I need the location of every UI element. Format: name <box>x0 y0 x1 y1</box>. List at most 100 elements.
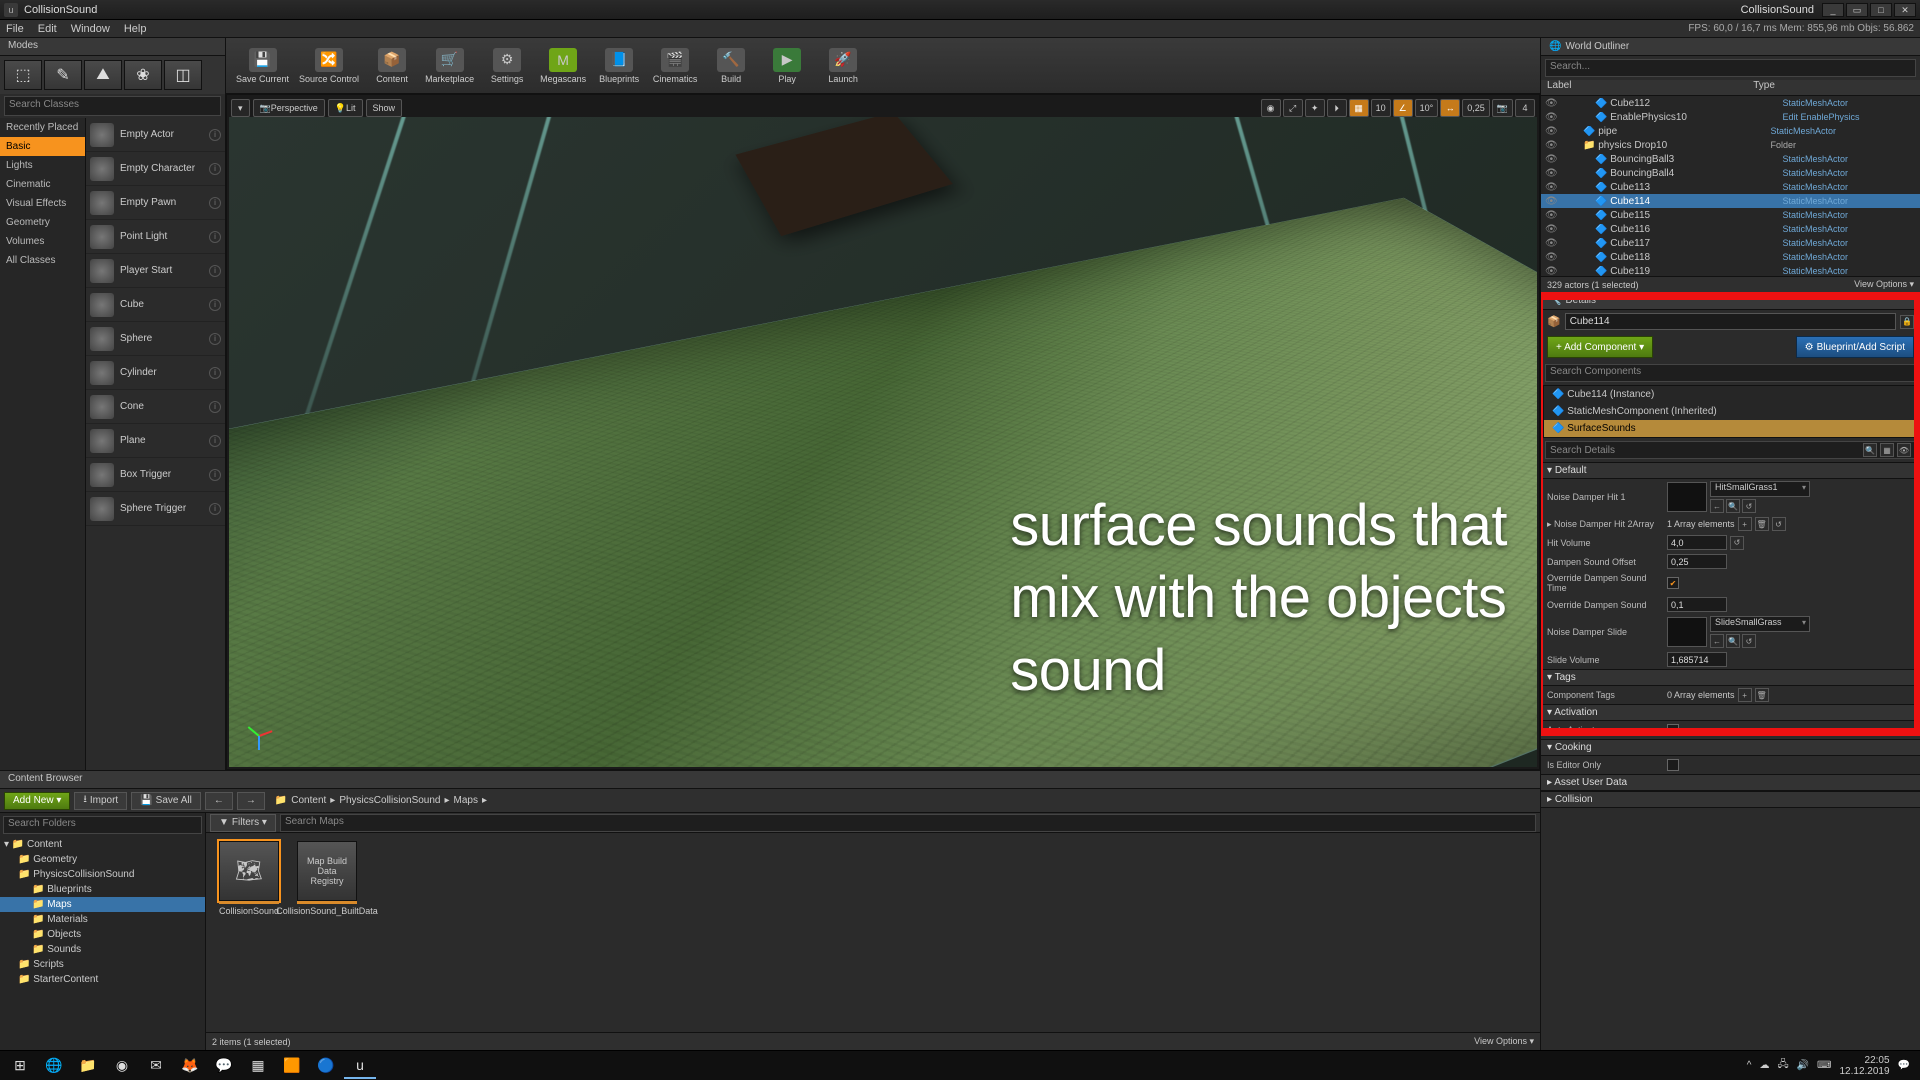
folder-materials[interactable]: 📁 Materials <box>0 912 205 927</box>
tray-lang-icon[interactable]: ⌨ <box>1817 1060 1831 1071</box>
breadcrumb-content[interactable]: Content <box>291 795 326 806</box>
outliner-row-cube116[interactable]: 👁🔷 Cube116StaticMeshActor <box>1541 222 1920 236</box>
blueprint-add-script-button[interactable]: ⚙ Blueprint/Add Script <box>1796 336 1914 358</box>
viewport-scene[interactable]: surface sounds that mix with the objects… <box>229 117 1537 767</box>
taskbar-discord-icon[interactable]: 💬 <box>208 1053 240 1079</box>
override-time-checkbox[interactable]: ✔ <box>1667 577 1679 589</box>
section-default[interactable]: ▾ Default <box>1541 462 1920 479</box>
viewport-immersive-icon[interactable]: ⤢ <box>1283 99 1303 117</box>
folder-sounds[interactable]: 📁 Sounds <box>0 942 205 957</box>
menu-file[interactable]: File <box>6 23 24 35</box>
place-actor-sphere-trigger[interactable]: Sphere Triggeri <box>86 492 225 526</box>
toolbar-content-button[interactable]: 📦Content <box>365 42 419 90</box>
taskbar-unreal-icon[interactable]: u <box>344 1053 376 1079</box>
history-back-button[interactable]: ← <box>205 792 233 810</box>
details-eye-icon[interactable]: 👁 <box>1897 443 1911 457</box>
place-actor-empty-character[interactable]: Empty Characteri <box>86 152 225 186</box>
slide-browse-icon[interactable]: 🔍 <box>1726 634 1740 648</box>
outliner-row-enablephysics10[interactable]: 👁🔷 EnablePhysics10Edit EnablePhysics <box>1541 110 1920 124</box>
info-icon[interactable]: i <box>209 401 221 413</box>
array-clear-icon[interactable]: 🗑 <box>1755 517 1769 531</box>
tray-notifications-icon[interactable]: 💬 <box>1898 1060 1910 1071</box>
viewport-game-view-icon[interactable]: ◉ <box>1261 99 1281 117</box>
modes-category-geometry[interactable]: Geometry <box>0 213 85 232</box>
visibility-icon[interactable]: 👁 <box>1545 196 1557 207</box>
viewport-angle-snap-toggle[interactable]: ∠ <box>1393 99 1413 117</box>
place-actor-empty-actor[interactable]: Empty Actori <box>86 118 225 152</box>
section-cooking[interactable]: ▾ Cooking <box>1541 739 1920 756</box>
visibility-icon[interactable]: 👁 <box>1545 238 1557 249</box>
tray-up-icon[interactable]: ^ <box>1747 1060 1752 1071</box>
viewport-perspective-button[interactable]: 📷 Perspective <box>253 99 325 117</box>
actor-lock-icon[interactable]: 🔒 <box>1900 315 1914 329</box>
system-clock[interactable]: 22:0512.12.2019 <box>1839 1055 1889 1077</box>
component-cube114-instance-[interactable]: 🔷 Cube114 (Instance) <box>1544 386 1917 403</box>
world-outliner-tab[interactable]: 🌐 World Outliner <box>1541 38 1920 56</box>
toolbar-save-current-button[interactable]: 💾Save Current <box>232 42 293 90</box>
visibility-icon[interactable]: 👁 <box>1545 252 1557 263</box>
content-view-options[interactable]: View Options ▾ <box>1474 1036 1534 1047</box>
info-icon[interactable]: i <box>209 163 221 175</box>
slide-use-icon[interactable]: ← <box>1710 634 1724 648</box>
viewport-scale-snap-toggle[interactable]: ↔ <box>1440 99 1460 117</box>
folder-geometry[interactable]: 📁 Geometry <box>0 852 205 867</box>
asset-collisionsound[interactable]: 🗺CollisionSound <box>214 841 284 1024</box>
array-add-icon[interactable]: + <box>1738 517 1752 531</box>
toolbar-settings-button[interactable]: ⚙Settings <box>480 42 534 90</box>
section-asset-user-data[interactable]: ▸ Asset User Data <box>1541 774 1920 791</box>
place-actor-empty-pawn[interactable]: Empty Pawni <box>86 186 225 220</box>
actor-name-input[interactable] <box>1565 313 1896 330</box>
modes-category-all-classes[interactable]: All Classes <box>0 251 85 270</box>
mode-foliage-icon[interactable]: ❀ <box>124 60 162 90</box>
start-button[interactable]: ⊞ <box>4 1053 36 1079</box>
folder-blueprints[interactable]: 📁 Blueprints <box>0 882 205 897</box>
outliner-row-bouncingball4[interactable]: 👁🔷 BouncingBall4StaticMeshActor <box>1541 166 1920 180</box>
place-actor-box-trigger[interactable]: Box Triggeri <box>86 458 225 492</box>
place-actor-cube[interactable]: Cubei <box>86 288 225 322</box>
folder-physicscollisionsound[interactable]: 📁 PhysicsCollisionSound <box>0 867 205 882</box>
toolbar-play-button[interactable]: ▶Play <box>760 42 814 90</box>
hit1-reset-icon[interactable]: ↺ <box>1742 499 1756 513</box>
place-actor-plane[interactable]: Planei <box>86 424 225 458</box>
info-icon[interactable]: i <box>209 231 221 243</box>
hit-volume-input[interactable] <box>1667 535 1727 550</box>
outliner-row-cube112[interactable]: 👁🔷 Cube112StaticMeshActor <box>1541 96 1920 110</box>
hit1-use-icon[interactable]: ← <box>1710 499 1724 513</box>
outliner-row-cube117[interactable]: 👁🔷 Cube117StaticMeshActor <box>1541 236 1920 250</box>
taskbar-app1-icon[interactable]: ▦ <box>242 1053 274 1079</box>
toolbar-cinematics-button[interactable]: 🎬Cinematics <box>648 42 702 90</box>
mode-landscape-icon[interactable]: ⛰ <box>84 60 122 90</box>
hit1-thumbnail[interactable] <box>1667 482 1707 512</box>
array-reset-icon[interactable]: ↺ <box>1772 517 1786 531</box>
slide-reset-icon[interactable]: ↺ <box>1742 634 1756 648</box>
visibility-icon[interactable]: 👁 <box>1545 182 1557 193</box>
section-tags[interactable]: ▾ Tags <box>1541 669 1920 686</box>
viewport-camera-speed-value[interactable]: 4 <box>1515 99 1535 117</box>
content-browser-tab[interactable]: Content Browser <box>0 771 1540 789</box>
taskbar-firefox-icon[interactable]: 🦊 <box>174 1053 206 1079</box>
details-search-icon[interactable]: 🔍 <box>1863 443 1877 457</box>
folder-tree[interactable]: ▾ 📁 Content📁 Geometry📁 PhysicsCollisionS… <box>0 837 205 1050</box>
outliner-row-physics drop10[interactable]: 👁📁 physics Drop10Folder <box>1541 138 1920 152</box>
toolbar-source-control-button[interactable]: 🔀Source Control <box>295 42 363 90</box>
menu-window[interactable]: Window <box>71 23 110 35</box>
taskbar-app3-icon[interactable]: 🔵 <box>310 1053 342 1079</box>
viewport-options-dropdown[interactable]: ▾ <box>231 99 250 117</box>
history-fwd-button[interactable]: → <box>237 792 265 810</box>
components-search-input[interactable]: Search Components <box>1545 364 1916 382</box>
place-actor-sphere[interactable]: Spherei <box>86 322 225 356</box>
hit1-asset-dropdown[interactable]: HitSmallGrass1 <box>1710 481 1810 497</box>
modes-category-volumes[interactable]: Volumes <box>0 232 85 251</box>
modes-category-lights[interactable]: Lights <box>0 156 85 175</box>
modes-category-recently-placed[interactable]: Recently Placed <box>0 118 85 137</box>
outliner-row-bouncingball3[interactable]: 👁🔷 BouncingBall3StaticMeshActor <box>1541 152 1920 166</box>
add-component-button[interactable]: + Add Component ▾ <box>1547 336 1653 358</box>
window-maximize-button[interactable]: □ <box>1870 3 1892 17</box>
taskbar-chrome-icon[interactable]: 🌐 <box>38 1053 70 1079</box>
viewport-scale-snap-value[interactable]: 0,25 <box>1462 99 1490 117</box>
slide-volume-input[interactable] <box>1667 652 1727 667</box>
outliner-view-options[interactable]: View Options ▾ <box>1854 279 1914 290</box>
hit-volume-reset-icon[interactable]: ↺ <box>1730 536 1744 550</box>
visibility-icon[interactable]: 👁 <box>1545 154 1557 165</box>
save-all-button[interactable]: 💾 Save All <box>131 792 201 810</box>
